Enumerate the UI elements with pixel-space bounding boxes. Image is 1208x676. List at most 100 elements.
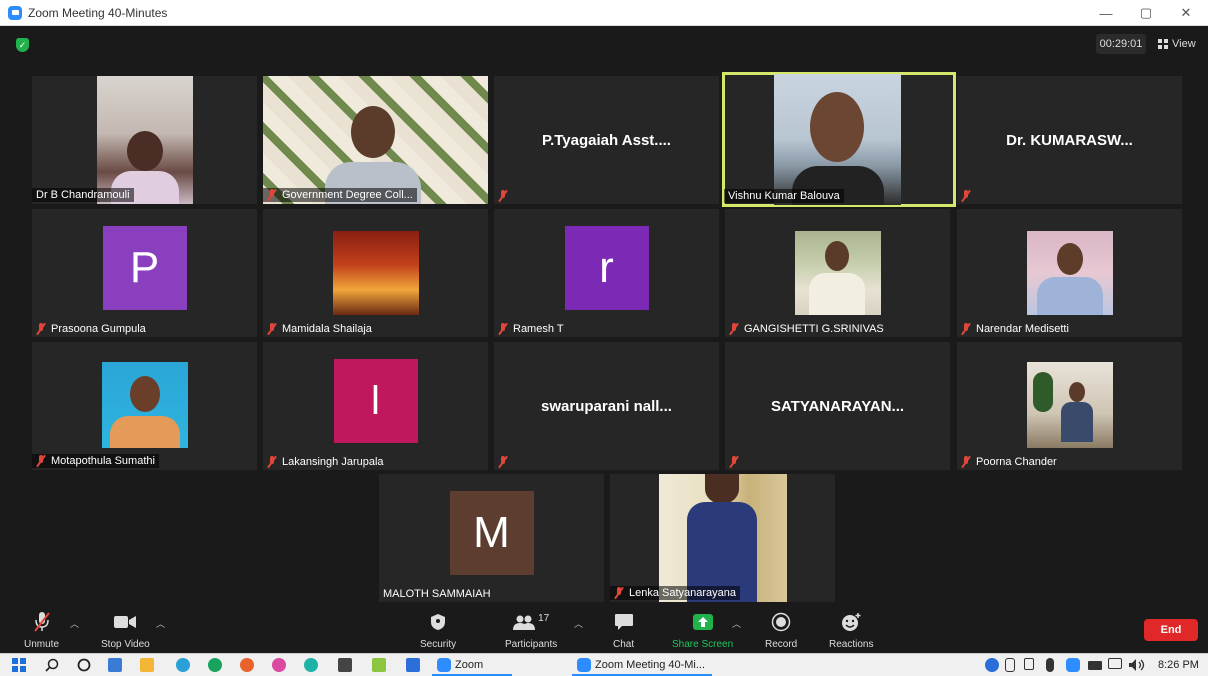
mic-muted-icon [267,323,277,335]
mic-muted-icon [498,190,508,202]
mic-muted-icon [729,323,739,335]
participant-name: Vishnu Kumar Balouva [724,189,844,203]
participant-tile[interactable]: Dr. KUMARASW... [957,76,1182,204]
participant-display-name: SATYANARAYAN... [770,398,905,415]
taskbar-clock[interactable]: 8:26 PM [1158,659,1199,671]
video-feed [659,474,787,602]
participant-tile[interactable]: Poorna Chander [957,342,1182,470]
participant-tile[interactable]: Lenka Satyanarayana [610,474,835,602]
participant-name: Lakansingh Jarupala [267,456,384,468]
maximize-button[interactable]: ▢ [1126,0,1166,26]
smiley-reaction-icon [840,611,862,633]
tray-zoom-icon[interactable] [1066,658,1080,672]
calculator-icon[interactable] [338,658,352,672]
video-feed [263,76,488,204]
taskbar-zoom-meeting-label[interactable]: Zoom Meeting 40-Mi... [595,659,705,671]
participant-name: Motapothula Sumathi [32,454,159,468]
participant-tile[interactable]: r Ramesh T [494,209,719,337]
grid-view-icon [1158,39,1168,49]
record-button[interactable]: Record [765,611,797,650]
mic-muted-icon [498,323,508,335]
participant-tile[interactable]: SATYANARAYAN... [725,342,950,470]
participant-tile[interactable]: Government Degree Coll... [263,76,488,204]
edge-browser-icon[interactable] [176,658,190,672]
view-button[interactable]: View [1158,34,1196,54]
profile-picture [1027,231,1113,315]
search-icon[interactable] [45,658,59,672]
participant-tile[interactable]: swaruparani nall... [494,342,719,470]
view-label: View [1172,38,1196,50]
file-explorer-icon[interactable] [140,658,154,672]
reactions-button[interactable]: Reactions [829,611,873,650]
phone-app-icon[interactable] [406,658,420,672]
meeting-timer: 00:29:01 [1096,34,1146,54]
mic-muted-icon [32,611,52,633]
windows-start-icon[interactable] [12,658,26,672]
participant-display-name: Dr. KUMARASW... [1006,132,1133,149]
participant-tile[interactable]: Dr B Chandramouli [32,76,257,204]
security-button[interactable]: Security [420,611,456,650]
participant-name: Government Degree Coll... [263,188,417,202]
participant-tile-active-speaker[interactable]: Vishnu Kumar Balouva [722,72,956,207]
participants-options-chevron-up-icon[interactable]: ︿ [574,617,583,630]
meeting-area: ✓ 00:29:01 View Dr B Chandramouli Govern… [0,26,1208,607]
tray-network-icon[interactable] [985,658,999,672]
chat-bubble-icon [614,611,634,633]
audio-options-chevron-up-icon[interactable]: ︿ [70,617,79,630]
record-icon [771,611,791,633]
video-feed [774,74,901,205]
participant-tile[interactable]: M MALOTH SAMMAIAH [379,474,604,602]
tray-usb-icon[interactable] [1005,658,1015,672]
unmute-button[interactable]: Unmute [24,611,59,650]
chat-button[interactable]: Chat [613,611,634,650]
minimize-button[interactable]: — [1086,0,1126,26]
share-screen-button[interactable]: Share Screen [672,611,733,650]
participant-tile[interactable]: l Lakansingh Jarupala [263,342,488,470]
notes-app-icon[interactable] [372,658,386,672]
tray-microphone-icon[interactable] [1046,658,1054,672]
shield-icon [430,611,446,633]
tray-volume-icon[interactable] [1128,658,1148,672]
mic-muted-icon [267,456,277,468]
participant-avatar: l [333,358,418,443]
participants-button[interactable]: 17 Participants [505,611,557,651]
task-view-icon[interactable] [77,658,91,672]
mic-muted-icon [961,456,971,468]
mic-muted-icon [498,456,508,468]
end-meeting-button[interactable]: End [1144,619,1198,641]
participant-name: MALOTH SAMMAIAH [383,588,491,600]
close-button[interactable]: ✕ [1166,0,1206,26]
participants-count: 17 [538,612,550,624]
participant-tile[interactable]: P.Tyagaiah Asst.... [494,76,719,204]
profile-picture [795,231,881,315]
participant-tile[interactable]: P Prasoona Gumpula [32,209,257,337]
tray-display-icon[interactable] [1108,658,1122,669]
participants-icon: 17 [513,611,549,633]
meeting-controls-toolbar: Unmute ︿ Stop Video ︿ Security 17 Partic… [0,607,1208,653]
participant-tile[interactable]: Motapothula Sumathi [32,342,257,470]
participant-tile[interactable]: GANGISHETTI G.SRINIVAS [725,209,950,337]
participant-tile[interactable]: Mamidala Shailaja [263,209,488,337]
share-options-chevron-up-icon[interactable]: ︿ [732,617,741,630]
participant-name: Mamidala Shailaja [267,323,372,335]
windows-taskbar: Zoom Zoom Meeting 40-Mi... 8:26 PM [0,653,1208,676]
chrome-browser-icon[interactable] [208,658,222,672]
zoom-meeting-window-icon[interactable] [577,658,591,672]
taskbar-zoom-label[interactable]: Zoom [455,659,483,671]
participant-avatar: P [102,225,187,310]
computer-icon[interactable] [108,658,122,672]
firefox-browser-icon[interactable] [240,658,254,672]
tray-device-icon[interactable] [1024,658,1034,670]
profile-picture [102,362,188,448]
profile-picture [333,231,419,315]
zoom-logo-icon [8,5,22,20]
participant-tile[interactable]: Narendar Medisetti [957,209,1182,337]
participant-name [961,190,976,202]
app-circle-icon[interactable] [304,658,318,672]
paint-app-icon[interactable] [272,658,286,672]
tray-battery-icon[interactable] [1088,661,1102,670]
video-options-chevron-up-icon[interactable]: ︿ [156,617,165,630]
encryption-shield-icon[interactable]: ✓ [16,38,29,52]
zoom-app-icon[interactable] [437,658,451,672]
stop-video-button[interactable]: Stop Video [101,611,150,650]
